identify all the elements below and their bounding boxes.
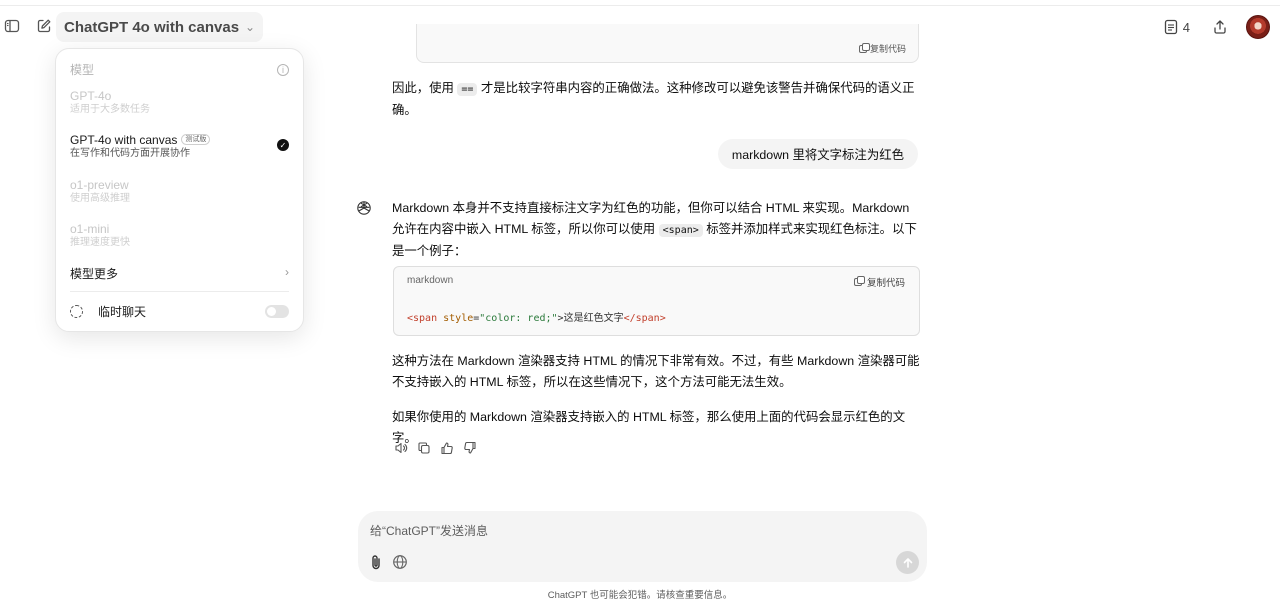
document-icon — [1164, 19, 1177, 35]
chatgpt-logo-icon — [357, 201, 371, 215]
code-token: <span — [407, 313, 438, 324]
model-option-desc: 适用于大多数任务 — [70, 104, 150, 115]
copy-code-label: 复制代码 — [869, 44, 906, 54]
model-switcher-button[interactable]: ChatGPT 4o with canvas ⌄ — [56, 12, 264, 42]
read-aloud-button[interactable] — [393, 440, 408, 455]
attach-file-button[interactable] — [367, 553, 385, 571]
copy-code-button[interactable]: 复制代码 — [858, 42, 906, 55]
share-button[interactable] — [1204, 11, 1236, 43]
globe-icon — [393, 555, 407, 569]
header-right: 4 — [1160, 12, 1270, 42]
copy-icon — [417, 441, 430, 454]
code-content: <span style="color: red;">这是红色文字</span> — [407, 309, 666, 324]
send-button[interactable] — [896, 551, 919, 574]
message-actions — [393, 440, 477, 455]
inline-code: <span> — [658, 224, 703, 237]
model-option-name: GPT-4o with canvas — [70, 133, 178, 147]
thumbs-down-button[interactable] — [462, 440, 477, 455]
user-message-text: markdown 里将文字标注为红色 — [731, 148, 904, 162]
model-option-o1-mini[interactable]: o1-mini 推理速度更快 — [70, 222, 289, 249]
model-option-desc: 使用高级推理 — [70, 193, 130, 204]
model-option-name: GPT-4o — [70, 89, 112, 103]
model-option-gpt-4o[interactable]: GPT-4o 适用于大多数任务 — [70, 89, 289, 116]
model-option-o1-preview[interactable]: o1-preview 使用高级推理 — [70, 178, 289, 205]
model-dropdown-menu: 模型 i GPT-4o 适用于大多数任务 GPT-4o with canvas 测… — [55, 48, 304, 332]
dropdown-title: 模型 — [70, 63, 95, 77]
code-token: </span> — [623, 313, 666, 324]
temporary-chat-label: 临时聊天 — [98, 305, 147, 319]
share-icon — [1214, 20, 1226, 34]
speaker-icon — [394, 442, 407, 453]
model-option-desc: 在写作和代码方面开展协作 — [70, 148, 190, 159]
dropdown-header: 模型 i — [70, 61, 289, 78]
more-models-item[interactable]: 模型更多 › — [70, 265, 289, 282]
copy-message-button[interactable] — [416, 440, 431, 455]
model-option-gpt-4o-canvas[interactable]: GPT-4o with canvas 测试版 在写作和代码方面开展协作 ✓ — [70, 133, 289, 160]
code-token: 这是红色文字 — [563, 313, 624, 324]
assistant-paragraph: 因此，使用 == 才是比较字符串内容的正确做法。这种修改可以避免该警告并确保代码… — [392, 78, 920, 121]
temporary-chat-toggle[interactable] — [265, 305, 289, 318]
temporary-chat-icon — [70, 305, 83, 318]
user-avatar[interactable] — [1246, 15, 1270, 39]
copy-code-label: 复制代码 — [866, 278, 905, 289]
sidebar-toggle-button[interactable] — [0, 10, 28, 42]
dropdown-divider — [70, 291, 289, 292]
code-token: "color: red;" — [479, 313, 558, 324]
canvas-docs-button[interactable]: 4 — [1160, 19, 1194, 35]
previous-code-block: 复制代码 — [416, 24, 919, 63]
text-segment: 因此，使用 — [392, 81, 454, 95]
checkmark-icon: ✓ — [277, 139, 289, 151]
web-search-button[interactable] — [391, 553, 409, 571]
model-option-desc: 推理速度更快 — [70, 237, 130, 248]
model-switcher-label: ChatGPT 4o with canvas — [64, 18, 240, 36]
user-message-bubble: markdown 里将文字标注为红色 — [717, 139, 918, 169]
thumbs-up-icon — [440, 441, 453, 454]
assistant-paragraph: Markdown 本身并不支持直接标注文字为红色的功能，但你可以结合 HTML … — [392, 198, 920, 262]
top-divider — [0, 5, 1280, 6]
text-segment: 这种方法在 Markdown 渲染器支持 HTML 的情况下非常有效。不过，有些… — [392, 354, 920, 389]
message-input[interactable] — [370, 521, 890, 541]
copy-icon — [858, 42, 870, 53]
model-option-name: o1-preview — [70, 178, 129, 192]
inline-code: == — [457, 83, 478, 96]
code-token: style — [437, 313, 474, 324]
thumbs-down-icon — [463, 441, 476, 454]
info-icon[interactable]: i — [277, 63, 289, 76]
arrow-up-icon — [903, 557, 912, 568]
sidebar-icon — [4, 19, 20, 33]
paperclip-icon — [372, 555, 380, 570]
edit-icon — [37, 19, 51, 33]
model-option-name: o1-mini — [70, 222, 110, 236]
footer-disclaimer: ChatGPT 也可能会犯错。请核查重要信息。 — [547, 590, 733, 600]
chevron-right-icon: › — [285, 265, 289, 279]
beta-badge: 测试版 — [181, 134, 211, 145]
assistant-paragraph: 这种方法在 Markdown 渲染器支持 HTML 的情况下非常有效。不过，有些… — [392, 351, 920, 393]
code-block: markdown 复制代码 <span style="color: red;">… — [393, 266, 920, 336]
thumbs-up-button[interactable] — [439, 440, 454, 455]
doc-count-label: 4 — [1182, 19, 1190, 35]
message-composer — [358, 511, 927, 582]
code-language-label: markdown — [407, 275, 454, 286]
copy-code-button[interactable]: 复制代码 — [853, 275, 905, 289]
temporary-chat-row: 临时聊天 — [70, 303, 289, 320]
chevron-down-icon: ⌄ — [245, 20, 256, 34]
header-left — [0, 10, 60, 42]
more-models-label: 模型更多 — [70, 267, 119, 281]
copy-icon — [853, 276, 865, 286]
